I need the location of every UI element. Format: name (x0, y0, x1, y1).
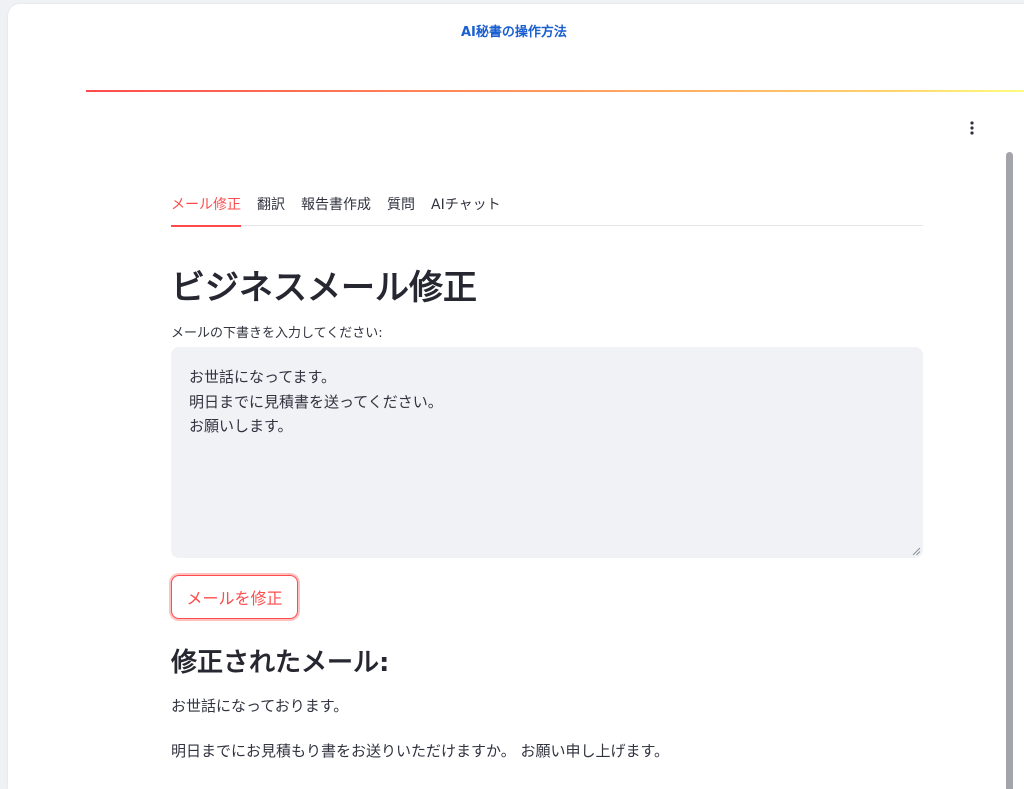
draft-textarea-value: お世話になってます。 明日までに見積書を送ってください。 お願いします。 (189, 368, 443, 435)
tab-mail-fix[interactable]: メール修正 (171, 192, 241, 227)
app-window: AI秘書の操作方法 メール修正 翻訳 報告書作成 質問 AIチャット ビジネスメ… (8, 4, 1024, 789)
tab-bar: メール修正 翻訳 報告書作成 質問 AIチャット (171, 192, 923, 227)
main-menu-button[interactable] (960, 116, 984, 140)
scrollbar-thumb[interactable] (1006, 152, 1013, 789)
resize-handle-icon[interactable] (912, 547, 921, 556)
result-line: お世話になっております。 (171, 697, 349, 715)
draft-textarea[interactable]: お世話になってます。 明日までに見積書を送ってください。 お願いします。 (171, 347, 923, 558)
vertical-dots-icon (970, 121, 974, 135)
result-line: 明日までにお見積もり書をお送りいただけますか。 お願い申し上げます。 (171, 742, 669, 760)
header-decoration-bar (86, 90, 1024, 92)
tab-translate[interactable]: 翻訳 (257, 192, 285, 226)
tab-ai-chat[interactable]: AIチャット (431, 192, 501, 226)
result-heading: 修正されたメール: (171, 648, 390, 678)
draft-input-label: メールの下書きを入力してください: (171, 326, 383, 341)
tab-report[interactable]: 報告書作成 (301, 192, 371, 226)
fix-mail-button[interactable]: メールを修正 (171, 575, 298, 619)
tab-question[interactable]: 質問 (387, 192, 415, 226)
help-link[interactable]: AI秘書の操作方法 (461, 21, 567, 40)
page-title: ビジネスメール修正 (171, 268, 477, 308)
